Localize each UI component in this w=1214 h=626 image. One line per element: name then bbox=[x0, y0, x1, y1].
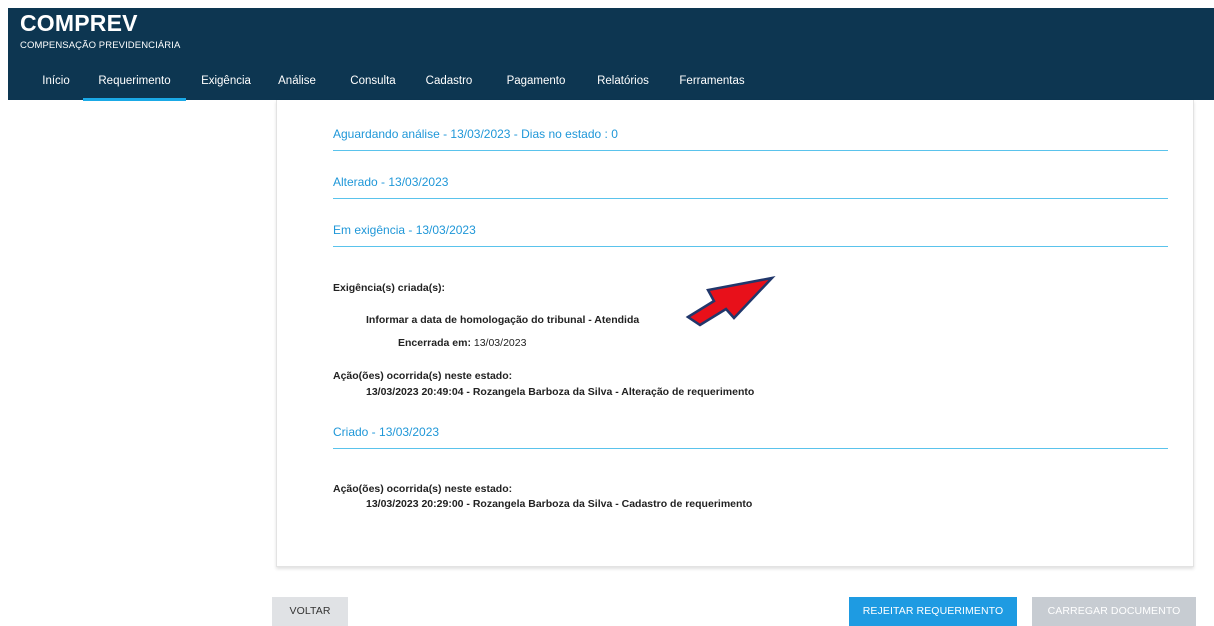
app-header: COMPREV COMPENSAÇÃO PREVIDENCIÁRIA Iníci… bbox=[8, 8, 1214, 101]
acao-item-2: 13/03/2023 20:29:00 - Rozangela Barboza … bbox=[366, 498, 753, 510]
acao-item-1: 13/03/2023 20:49:04 - Rozangela Barboza … bbox=[366, 386, 755, 398]
nav-relatorios[interactable]: Relatórios bbox=[589, 70, 657, 98]
voltar-button[interactable]: VOLTAR bbox=[272, 597, 348, 626]
state-em-exigencia[interactable]: Em exigência - 13/03/2023 bbox=[333, 223, 1168, 247]
exigencia-item: Informar a data de homologação do tribun… bbox=[366, 314, 640, 326]
rejeitar-requerimento-button[interactable]: REJEITAR REQUERIMENTO bbox=[849, 597, 1017, 626]
nav-analise[interactable]: Análise bbox=[269, 70, 325, 98]
nav-inicio[interactable]: Início bbox=[34, 70, 78, 98]
acoes-label-1: Ação(ões) ocorrida(s) neste estado: bbox=[333, 370, 513, 382]
state-alterado[interactable]: Alterado - 13/03/2023 bbox=[333, 175, 1168, 199]
app-brand: COMPREV bbox=[20, 10, 138, 36]
nav-ferramentas[interactable]: Ferramentas bbox=[672, 70, 752, 98]
history-panel bbox=[276, 100, 1194, 567]
red-arrow-icon bbox=[685, 276, 776, 327]
acoes-label-2: Ação(ões) ocorrida(s) neste estado: bbox=[333, 483, 513, 495]
nav-cadastro[interactable]: Cadastro bbox=[418, 70, 480, 98]
encerrada-date: 13/03/2023 bbox=[473, 337, 527, 349]
encerrada-line: Encerrada em: 13/03/2023 bbox=[398, 337, 526, 349]
nav-exigencia[interactable]: Exigência bbox=[194, 70, 258, 98]
state-aguardando-analise[interactable]: Aguardando análise - 13/03/2023 - Dias n… bbox=[333, 127, 1168, 151]
nav-requerimento[interactable]: Requerimento bbox=[83, 70, 186, 101]
nav-consulta[interactable]: Consulta bbox=[342, 70, 404, 98]
nav-pagamento[interactable]: Pagamento bbox=[498, 70, 574, 98]
encerrada-label: Encerrada em: bbox=[398, 337, 471, 349]
app-subtitle: COMPENSAÇÃO PREVIDENCIÁRIA bbox=[20, 40, 181, 51]
exigencias-label: Exigência(s) criada(s): bbox=[333, 282, 446, 294]
state-criado[interactable]: Criado - 13/03/2023 bbox=[333, 425, 1168, 449]
carregar-documento-button[interactable]: CARREGAR DOCUMENTO bbox=[1032, 597, 1196, 626]
